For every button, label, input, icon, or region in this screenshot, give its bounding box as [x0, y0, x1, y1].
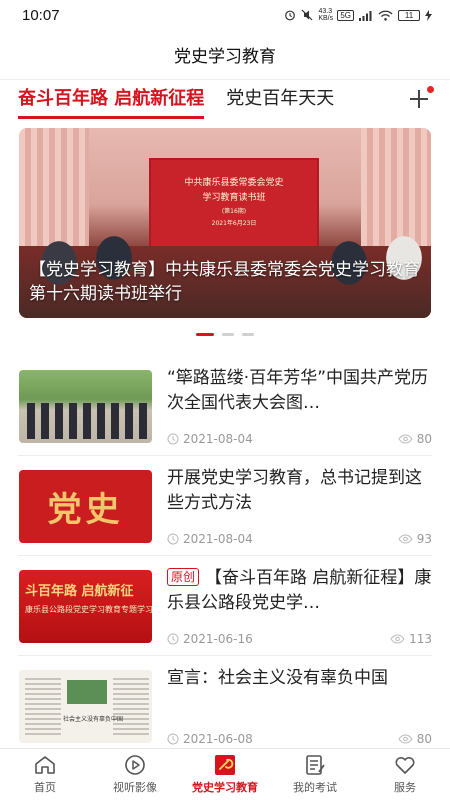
news-date: 2021-08-04 — [183, 532, 253, 546]
nav-service[interactable]: 服务 — [360, 749, 450, 800]
play-icon — [123, 754, 147, 776]
status-icons: 43.3 KB/s 5G 11 — [284, 8, 432, 22]
news-thumbnail: 党史 — [19, 470, 152, 543]
news-views-wrap: 80 — [398, 732, 432, 746]
news-date-wrap: 2021-06-08 — [167, 732, 253, 746]
clock-icon — [167, 433, 179, 445]
new-indicator-dot — [427, 86, 434, 93]
eye-icon — [398, 534, 413, 544]
banner-caption: 【党史学习教育】中共康乐县委常委会党史学习教育第十六期读书班举行 — [29, 260, 420, 304]
news-meta: 2021-06-16 113 — [167, 632, 432, 646]
bottom-navigation: 首页 视听影像 党史学习教育 我的考试 服务 — [0, 748, 450, 800]
mute-icon — [301, 9, 313, 21]
news-date-wrap: 2021-06-16 — [167, 632, 253, 646]
news-views: 80 — [416, 432, 432, 446]
news-item[interactable]: “筚路蓝缕·百年芳华”中国共产党历次全国代表大会图… 2021-08-04 80 — [0, 356, 450, 456]
stage-line-3: (第16期) — [221, 208, 247, 215]
heart-icon — [393, 754, 417, 776]
nav-home[interactable]: 首页 — [0, 749, 90, 800]
thumbnail-column — [113, 678, 149, 738]
thumbnail-headline: 社会主义没有辜负中国 — [63, 716, 124, 723]
app-header: 党史学习教育 — [0, 30, 450, 80]
news-item[interactable]: 斗百年路 启航新征 康乐县公路段党史学习教育专题学习 原创 【奋斗百年路 启航新征… — [0, 556, 450, 656]
charging-icon — [425, 9, 432, 21]
carousel-dot[interactable] — [222, 333, 234, 336]
network-type-badge: 5G — [337, 9, 354, 21]
carousel-dot[interactable] — [242, 333, 254, 336]
news-date: 2021-06-16 — [183, 632, 253, 646]
news-date-wrap: 2021-08-04 — [167, 532, 253, 546]
news-title: “筚路蓝缕·百年芳华”中国共产党历次全国代表大会图… — [167, 368, 429, 413]
carousel-dot[interactable] — [196, 333, 214, 336]
news-title-text: 【奋斗百年路 启航新征程】康乐县公路段党史学… — [167, 568, 432, 613]
news-item[interactable]: 社会主义没有辜负中国 宣言：社会主义没有辜负中国 2021-06-08 80 — [0, 656, 450, 756]
add-channel-button[interactable] — [406, 86, 434, 112]
news-views-wrap: 80 — [398, 432, 432, 446]
nav-label: 党史学习教育 — [192, 781, 258, 794]
tab-dangshi-tiantian[interactable]: 党史百年天天 — [226, 80, 334, 122]
news-date-wrap: 2021-08-04 — [167, 432, 253, 446]
news-views-wrap: 93 — [398, 532, 432, 546]
news-meta: 2021-08-04 93 — [167, 532, 432, 546]
battery-icon: 11 — [398, 9, 420, 21]
thumbnail-text: 党史 — [47, 490, 124, 530]
news-views-wrap: 113 — [390, 632, 432, 646]
nav-exam[interactable]: 我的考试 — [270, 749, 360, 800]
stage-line-2: 学习教育读书班 — [202, 193, 266, 203]
clock-icon — [167, 633, 179, 645]
category-tabs: 奋斗百年路 启航新征程 党史百年天天 — [0, 80, 450, 122]
original-badge: 原创 — [167, 568, 200, 586]
signal-icon — [359, 10, 372, 21]
banner-carousel[interactable]: 中共康乐县委常委会党史 学习教育读书班 (第16期) 2021年6月23日 【党… — [19, 128, 431, 318]
clock-icon — [167, 533, 179, 545]
home-icon — [33, 754, 57, 776]
page-title: 党史学习教育 — [174, 47, 276, 67]
thumbnail-people — [27, 403, 147, 439]
network-speed: 43.3 KB/s — [318, 8, 334, 22]
eye-icon — [390, 634, 405, 644]
news-meta: 2021-08-04 80 — [167, 432, 432, 446]
news-views: 93 — [416, 532, 432, 546]
party-emblem-icon — [213, 754, 237, 776]
news-title: 原创 【奋斗百年路 启航新征程】康乐县公路段党史学… — [167, 566, 432, 616]
news-item[interactable]: 党史 开展党史学习教育，总书记提到这些方式方法 2021-08-04 93 — [0, 456, 450, 556]
nav-label: 服务 — [394, 781, 416, 794]
thumbnail-text: 斗百年路 启航新征 — [25, 584, 134, 599]
news-date: 2021-06-08 — [183, 732, 253, 746]
alarm-icon — [285, 10, 296, 21]
eye-icon — [398, 734, 413, 744]
news-views: 80 — [416, 732, 432, 746]
nav-label: 视听影像 — [113, 781, 157, 794]
wifi-icon — [378, 10, 393, 21]
news-thumbnail — [19, 370, 152, 443]
nav-label: 首页 — [34, 781, 56, 794]
news-date: 2021-08-04 — [183, 432, 253, 446]
clock-icon — [167, 733, 179, 745]
network-speed-unit: KB/s — [318, 15, 334, 22]
status-bar: 10:07 43.3 KB/s 5G 11 — [0, 0, 450, 30]
news-thumbnail: 斗百年路 启航新征 康乐县公路段党史学习教育专题学习 — [19, 570, 152, 643]
stage-line-1: 中共康乐县委常委会党史 — [184, 178, 284, 188]
thumbnail-photo — [67, 680, 107, 704]
status-time: 10:07 — [22, 6, 60, 24]
eye-icon — [398, 434, 413, 444]
network-speed-value: 43.3 — [318, 8, 333, 15]
exam-icon — [303, 754, 327, 776]
news-thumbnail: 社会主义没有辜负中国 — [19, 670, 152, 743]
nav-party-history[interactable]: 党史学习教育 — [180, 749, 270, 800]
carousel-indicator — [0, 333, 450, 336]
nav-label: 我的考试 — [293, 781, 337, 794]
news-views: 113 — [409, 632, 432, 646]
tab-fendou[interactable]: 奋斗百年路 启航新征程 — [18, 80, 205, 122]
thumbnail-column — [25, 678, 61, 738]
news-title: 开展党史学习教育，总书记提到这些方式方法 — [167, 468, 422, 513]
news-meta: 2021-06-08 80 — [167, 732, 432, 746]
thumbnail-subtext: 康乐县公路段党史学习教育专题学习 — [25, 605, 152, 614]
news-title: 宣言：社会主义没有辜负中国 — [167, 668, 388, 688]
nav-media[interactable]: 视听影像 — [90, 749, 180, 800]
